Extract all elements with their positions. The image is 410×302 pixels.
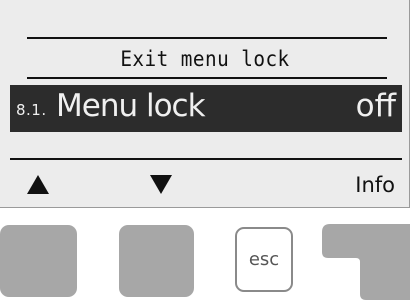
hardware-button-2[interactable]	[119, 225, 194, 297]
arrow-down-icon[interactable]	[150, 175, 172, 194]
controller-device: Exit menu lock 8.1. Menu lock off Info e…	[0, 0, 410, 302]
arrow-up-icon[interactable]	[27, 175, 49, 194]
esc-button[interactable]: esc	[235, 227, 293, 292]
menu-row-label: Menu lock	[56, 88, 206, 124]
menu-row-number: 8.1.	[16, 101, 47, 119]
lcd-display: Exit menu lock 8.1. Menu lock off Info	[0, 0, 410, 208]
menu-header: Exit menu lock	[120, 47, 290, 71]
info-softkey[interactable]: Info	[355, 173, 395, 197]
menu-row-value: off	[355, 88, 396, 124]
hardware-button-4[interactable]	[320, 222, 410, 300]
header-bottom-rule	[27, 77, 387, 79]
menu-row-selected[interactable]: 8.1. Menu lock off	[10, 85, 402, 132]
header-top-rule	[27, 37, 387, 39]
softkey-rule	[10, 158, 402, 160]
hardware-button-1[interactable]	[0, 225, 77, 297]
